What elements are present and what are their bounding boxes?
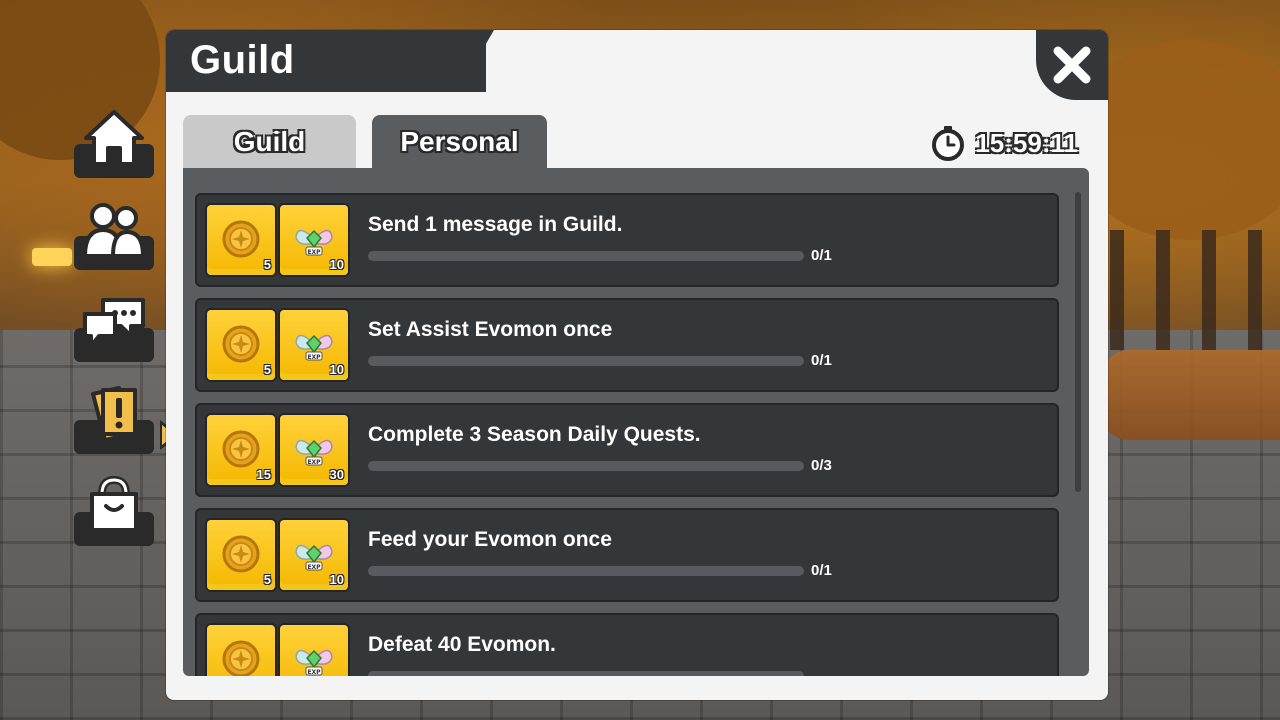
guild-panel: Guild Guild Personal 15:59:11 5 EXP 10 S… — [166, 30, 1108, 700]
sidebar-item-quests[interactable] — [74, 384, 154, 454]
sidebar-item-home[interactable] — [74, 108, 154, 178]
reward-exp-count: 10 — [329, 362, 344, 377]
reward-coin[interactable]: 5 — [207, 205, 275, 275]
guild-coin-icon — [222, 640, 260, 676]
quest-progress-bar — [368, 461, 804, 471]
quest-list[interactable]: 5 EXP 10 Send 1 message in Guild. 0/1 5 — [183, 168, 1089, 676]
quest-row: 5 EXP 10 Set Assist Evomon once 0/1 — [195, 298, 1059, 392]
reward-coin[interactable]: 5 — [207, 310, 275, 380]
reward-coin-count: 15 — [256, 467, 271, 482]
quest-progress-bar — [368, 671, 804, 676]
svg-text:EXP: EXP — [307, 249, 321, 256]
background-lamp — [32, 248, 72, 266]
quest-title: Feed your Evomon once — [368, 528, 612, 551]
guild-coin-icon — [222, 220, 260, 258]
svg-text:EXP: EXP — [307, 354, 321, 361]
quest-progress-bar — [368, 566, 804, 576]
reward-exp-count: 30 — [329, 467, 344, 482]
quest-row: 15 EXP 30 Complete 3 Season Daily Quests… — [195, 403, 1059, 497]
exp-wings-icon: EXP — [295, 544, 333, 571]
scrollbar[interactable] — [1075, 192, 1081, 492]
quest-progress-text: 0/1 — [811, 562, 832, 579]
sidebar-item-chat[interactable] — [74, 292, 154, 362]
tab-guild[interactable]: Guild — [183, 115, 356, 169]
svg-text:EXP: EXP — [307, 669, 321, 676]
reward-coin[interactable] — [207, 625, 275, 676]
reset-timer: 15:59:11 — [931, 125, 1078, 161]
reward-exp[interactable]: EXP 30 — [280, 415, 348, 485]
timer-value: 15:59:11 — [975, 127, 1078, 158]
svg-text:EXP: EXP — [307, 564, 321, 571]
exp-wings-icon: EXP — [295, 439, 333, 466]
exp-wings-icon: EXP — [295, 229, 333, 256]
chat-icon — [83, 298, 145, 348]
reward-coin[interactable]: 5 — [207, 520, 275, 590]
quest-progress-text: 0/1 — [811, 247, 832, 264]
bag-icon — [90, 476, 138, 532]
reward-exp-count: 10 — [329, 257, 344, 272]
quest-icon — [91, 386, 137, 442]
title-bar: Guild — [166, 30, 1108, 92]
quest-title: Send 1 message in Guild. — [368, 213, 623, 236]
quest-progress-text: 0/3 — [811, 457, 832, 474]
quest-progress-text: 0/1 — [811, 352, 832, 369]
quest-title: Set Assist Evomon once — [368, 318, 613, 341]
svg-text:EXP: EXP — [307, 459, 321, 466]
reward-exp[interactable]: EXP 10 — [280, 520, 348, 590]
panel-title: Guild — [190, 38, 295, 82]
quest-row: 5 EXP 10 Send 1 message in Guild. 0/1 — [195, 193, 1059, 287]
guild-coin-icon — [222, 535, 260, 573]
reward-coin[interactable]: 15 — [207, 415, 275, 485]
quest-row: EXP Defeat 40 Evomon. — [195, 613, 1059, 676]
reward-exp[interactable]: EXP 10 — [280, 310, 348, 380]
exp-wings-icon: EXP — [295, 334, 333, 361]
reward-exp[interactable]: EXP — [280, 625, 348, 676]
reward-coin-count: 5 — [263, 572, 271, 587]
quest-title: Complete 3 Season Daily Quests. — [368, 423, 701, 446]
friends-icon — [82, 203, 146, 258]
home-icon — [84, 110, 144, 166]
guild-coin-icon — [222, 325, 260, 363]
quest-progress-bar — [368, 251, 804, 261]
quest-row: 5 EXP 10 Feed your Evomon once 0/1 — [195, 508, 1059, 602]
quest-progress-bar — [368, 356, 804, 366]
quest-title: Defeat 40 Evomon. — [368, 633, 556, 656]
sidebar-item-bag[interactable] — [74, 476, 154, 546]
stopwatch-icon — [932, 126, 965, 161]
reward-coin-count: 5 — [263, 257, 271, 272]
tab-personal[interactable]: Personal — [372, 115, 547, 169]
background-fence — [1110, 230, 1280, 350]
exp-wings-icon: EXP — [295, 649, 333, 676]
background-grass — [1100, 350, 1280, 440]
close-icon — [1053, 46, 1091, 84]
reward-coin-count: 5 — [263, 362, 271, 377]
guild-coin-icon — [222, 430, 260, 468]
reward-exp-count: 10 — [329, 572, 344, 587]
reward-exp[interactable]: EXP 10 — [280, 205, 348, 275]
sidebar-item-friends[interactable] — [74, 200, 154, 270]
